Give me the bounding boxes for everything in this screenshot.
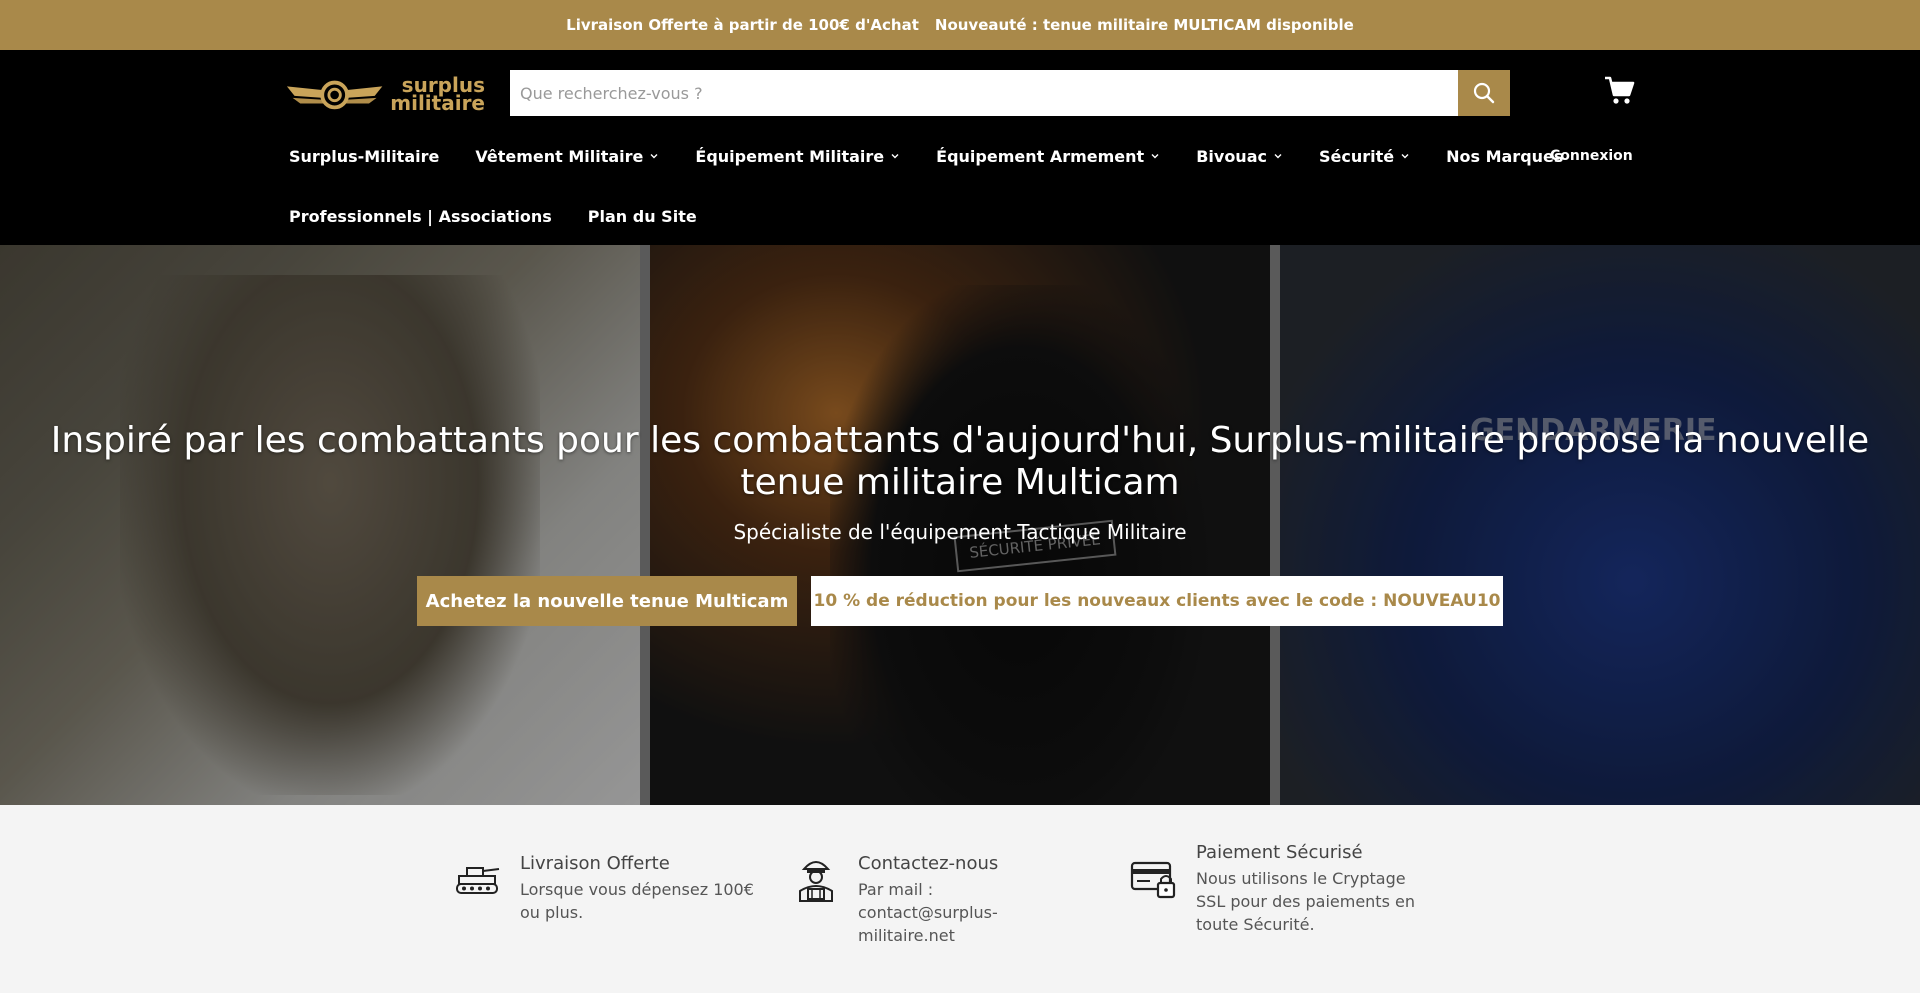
hero-subtitle: Spécialiste de l'équipement Tactique Mil… — [733, 520, 1187, 544]
tank-icon — [452, 853, 504, 905]
site-logo[interactable]: surplus militaire — [285, 73, 485, 115]
announcement-new: Nouveauté : tenue militaire MULTICAM dis… — [934, 16, 1354, 34]
cart-icon — [1605, 76, 1635, 104]
announcement-bar: Livraison Offerte à partir de 100€ d'Ach… — [0, 0, 1920, 50]
nav-item-label: Surplus-Militaire — [289, 146, 440, 166]
chevron-down-icon — [1151, 154, 1159, 159]
nav-item-label: Professionnels | Associations — [289, 206, 552, 226]
nav-item-bivouac[interactable]: Bivouac — [1196, 147, 1283, 166]
nav-item-equipement-armement[interactable]: Équipement Armement — [936, 147, 1160, 166]
feature-title: Livraison Offerte — [520, 853, 670, 874]
nav-item-professionnels[interactable]: Professionnels | Associations — [289, 207, 552, 226]
features-bar: Livraison Offerte Lorsque vous dépensez … — [0, 805, 1920, 993]
feature-text: Par mail : contact@surplus-militaire.net — [858, 880, 998, 945]
discount-code-button[interactable]: 10 % de réduction pour les nouveaux clie… — [811, 576, 1503, 626]
shop-multicam-button[interactable]: Achetez la nouvelle tenue Multicam — [417, 576, 797, 626]
chevron-down-icon — [1274, 154, 1282, 159]
feature-title: Contactez-nous — [858, 853, 999, 874]
feature-secure-payment: Paiement Sécurisé Nous utilisons le Cryp… — [1128, 842, 1431, 936]
main-nav: Surplus-Militaire Vêtement Militaire Équ… — [289, 136, 1649, 176]
feature-free-shipping: Livraison Offerte Lorsque vous dépensez … — [452, 853, 770, 924]
logo-line-2: militaire — [390, 91, 485, 115]
logo-wordmark: surplus militaire — [390, 75, 485, 115]
feature-text: Nous utilisons le Cryptage SSL pour des … — [1196, 869, 1415, 934]
search-bar — [510, 70, 1510, 116]
chevron-down-icon — [1401, 154, 1409, 159]
nav-item-label: Équipement Militaire — [695, 146, 885, 166]
cart-button[interactable] — [1603, 74, 1639, 110]
nav-item-label: Sécurité — [1318, 146, 1395, 166]
feature-contact: Contactez-nous Par mail : contact@surplu… — [790, 853, 1078, 947]
nav-item-nos-marques[interactable]: Nos Marques — [1446, 147, 1563, 166]
chevron-down-icon — [891, 154, 899, 159]
feature-title: Paiement Sécurisé — [1196, 842, 1363, 863]
nav-item-surplus-militaire[interactable]: Surplus-Militaire — [289, 147, 439, 166]
soldier-icon — [790, 853, 842, 905]
nav-item-securite[interactable]: Sécurité — [1319, 147, 1410, 166]
winged-logo-icon — [286, 80, 383, 110]
nav-item-label: Équipement Armement — [936, 146, 1145, 166]
search-input[interactable] — [510, 70, 1458, 116]
nav-item-plan-du-site[interactable]: Plan du Site — [588, 207, 697, 226]
nav-item-equipement-militaire[interactable]: Équipement Militaire — [695, 147, 900, 166]
hero-title: Inspiré par les combattants pour les com… — [50, 420, 1870, 503]
nav-item-label: Vêtement Militaire — [475, 146, 644, 166]
nav-item-vetement-militaire[interactable]: Vêtement Militaire — [475, 147, 659, 166]
login-link[interactable]: Connexion — [1550, 148, 1633, 164]
nav-item-label: Nos Marques — [1446, 146, 1564, 166]
feature-text: Lorsque vous dépensez 100€ ou plus. — [520, 880, 754, 922]
chevron-down-icon — [650, 154, 658, 159]
site-header: surplus militaire Surplus-Militaire Vête… — [0, 50, 1920, 245]
nav-item-label: Plan du Site — [587, 206, 697, 226]
search-button[interactable] — [1458, 70, 1510, 116]
search-icon — [1473, 82, 1495, 104]
hero-banner: SÉCURITÉ PRIVÉE GENDARMERIE Inspiré par … — [0, 245, 1920, 805]
announcement-shipping: Livraison Offerte à partir de 100€ d'Ach… — [566, 16, 919, 34]
credit-card-lock-icon — [1128, 854, 1180, 906]
nav-item-label: Bivouac — [1196, 146, 1267, 166]
secondary-nav: Professionnels | Associations Plan du Si… — [289, 196, 733, 236]
